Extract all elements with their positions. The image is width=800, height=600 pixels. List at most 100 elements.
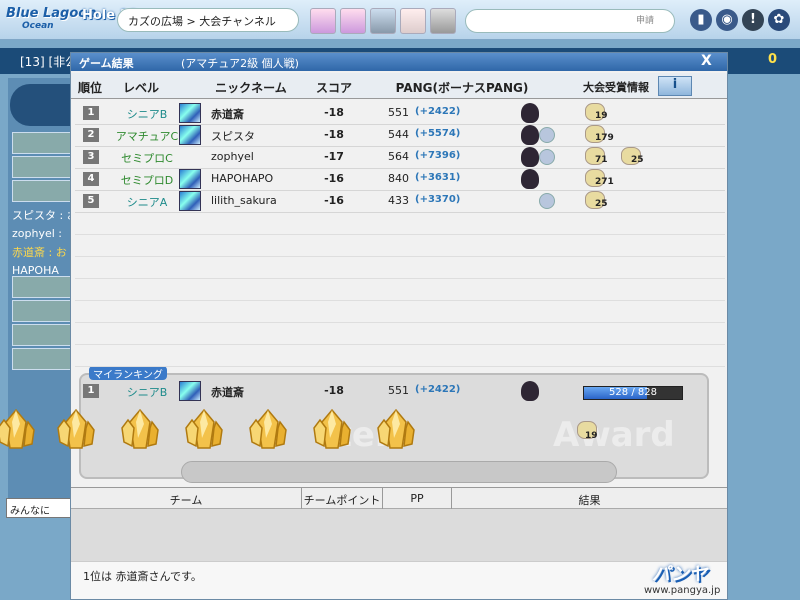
table-row[interactable]: 5 シニアA lilith_sakura -16 433 (+3370) 25 (75, 191, 725, 213)
character-slot-4-icon[interactable] (400, 8, 426, 34)
rank-badge: 4 (83, 172, 99, 186)
rank-badge: 2 (83, 128, 99, 142)
empty-row (75, 279, 725, 301)
player-score: -18 (324, 128, 344, 141)
player-bonus-pang: (+2422) (415, 384, 461, 395)
table-row[interactable]: 3 セミプロC zophyel -17 564 (+7396) 71 25 (75, 147, 725, 169)
alert-icon[interactable]: ! (742, 9, 764, 31)
experience-text: 528 / 828 (609, 387, 657, 398)
player-nickname: HAPOHAPO (211, 172, 274, 185)
player-level: アマチュアC (115, 130, 179, 143)
table-row[interactable]: 2 アマチュアC スピスタ -18 544 (+5574) 179 (75, 125, 725, 147)
lobby-player-slot[interactable] (12, 348, 72, 370)
player-bonus-pang: (+3631) (415, 172, 461, 183)
item-icon (521, 103, 539, 123)
player-level: シニアB (126, 386, 168, 399)
player-pang: 551 (388, 384, 409, 397)
award-info-button[interactable]: i (658, 76, 692, 96)
team-points-header: チームポイント (303, 494, 381, 507)
player-bonus-pang: (+5574) (415, 128, 461, 139)
player-pang: 544 (388, 128, 409, 141)
lobby-player-slot[interactable] (12, 300, 72, 322)
breadcrumb[interactable]: カズの広場 > 大会チャンネル (117, 8, 299, 32)
player-level: セミプロC (121, 152, 173, 165)
pp-header: PP (410, 492, 424, 505)
award-count: 25 (631, 155, 644, 165)
award-watermark: Award (553, 415, 675, 455)
game-mode-label: (アマチュア2級 個人戦) (181, 57, 299, 70)
award-count: 179 (595, 133, 614, 143)
award-count: 25 (595, 199, 608, 209)
result-header: 結果 (578, 494, 601, 507)
pangya-url: www.pangya.jp (644, 585, 721, 596)
lobby-chat-line: スピスタ : お (12, 209, 72, 222)
lobby-player-slot[interactable] (12, 180, 72, 202)
header-award: 大会受賞情報 (583, 81, 649, 94)
team-header: チーム (169, 494, 203, 507)
empty-row (75, 257, 725, 279)
gear-icon[interactable]: ✿ (768, 9, 790, 31)
player-avatar (179, 169, 201, 189)
lobby-status-panel (10, 84, 72, 126)
team-table-body (71, 509, 727, 561)
friends-icon[interactable]: ◉ (716, 9, 738, 31)
pangya-logo: パンヤ (652, 564, 707, 585)
player-nickname: スピスタ (211, 130, 255, 143)
player-nickname: zophyel (211, 150, 254, 163)
horizontal-scrollbar[interactable] (181, 461, 617, 483)
window-title-bar[interactable]: ゲーム結果 (アマチュア2級 個人戦) X (71, 53, 727, 71)
award-count: 71 (595, 155, 608, 165)
item-icon (539, 193, 555, 209)
header-nickname: ニックネーム (215, 81, 287, 95)
header-score: スコア (315, 81, 352, 95)
character-slot-2-icon[interactable] (340, 8, 366, 34)
close-button[interactable]: X (701, 53, 712, 69)
item-icon (521, 381, 539, 401)
table-row[interactable]: 1 シニアB 赤道斎 -18 551 (+2422) 19 (75, 103, 725, 125)
player-nickname: 赤道斎 (211, 386, 244, 399)
player-bonus-pang: (+2422) (415, 106, 461, 117)
award-count: 19 (585, 431, 598, 441)
header-pang: PANG(ボーナスPANG) (395, 81, 529, 95)
lobby-player-slot[interactable] (12, 156, 72, 178)
lobby-chat-line: 赤道斎 : お (12, 246, 67, 259)
player-bonus-pang: (+7396) (415, 150, 461, 161)
crystal-icon (120, 408, 160, 452)
player-level: セミプロD (120, 174, 174, 187)
player-pang: 564 (388, 150, 409, 163)
player-avatar (179, 381, 201, 401)
apply-button[interactable]: 申請 (636, 13, 654, 26)
empty-row (75, 235, 725, 257)
item-icon (521, 169, 539, 189)
item-icon (539, 149, 555, 165)
player-score: -16 (324, 172, 344, 185)
player-level: シニアA (126, 196, 168, 209)
player-score: -18 (324, 106, 344, 119)
lobby-counter: 0 (768, 52, 778, 67)
table-row[interactable]: 4 セミプロD HAPOHAPO -16 840 (+3631) 271 (75, 169, 725, 191)
character-slot-3-icon[interactable] (370, 8, 396, 34)
rank-badge: 1 (83, 384, 99, 398)
chat-target-select[interactable]: みんなに (6, 498, 72, 518)
character-slot-1-icon[interactable] (310, 8, 336, 34)
lobby-room-name: [13] [非公 (20, 55, 78, 69)
empty-row (75, 301, 725, 323)
top-bar: Blue Lagoon Ocean Hole 18 カズの広場 > 大会チャンネ… (0, 0, 800, 40)
lobby-player-slot[interactable] (12, 132, 72, 154)
window-title: ゲーム結果 (79, 57, 134, 70)
my-ranking-label: マイランキング (89, 366, 167, 381)
lobby-player-slot[interactable] (12, 324, 72, 346)
empty-row (75, 345, 725, 367)
empty-row (75, 213, 725, 235)
lobby-player-slot[interactable] (12, 276, 72, 298)
player-score: -16 (324, 194, 344, 207)
crystal-icon (56, 408, 96, 452)
character-slot-5-icon[interactable] (430, 8, 456, 34)
phone-icon[interactable]: ▮ (690, 9, 712, 31)
winner-message: 1位は 赤道斎さんです。 (83, 570, 202, 583)
player-avatar (179, 125, 201, 145)
player-avatar (179, 103, 201, 123)
player-bonus-pang: (+3370) (415, 194, 461, 205)
player-nickname: 赤道斎 (211, 108, 244, 121)
header-level: レベル (122, 81, 159, 95)
